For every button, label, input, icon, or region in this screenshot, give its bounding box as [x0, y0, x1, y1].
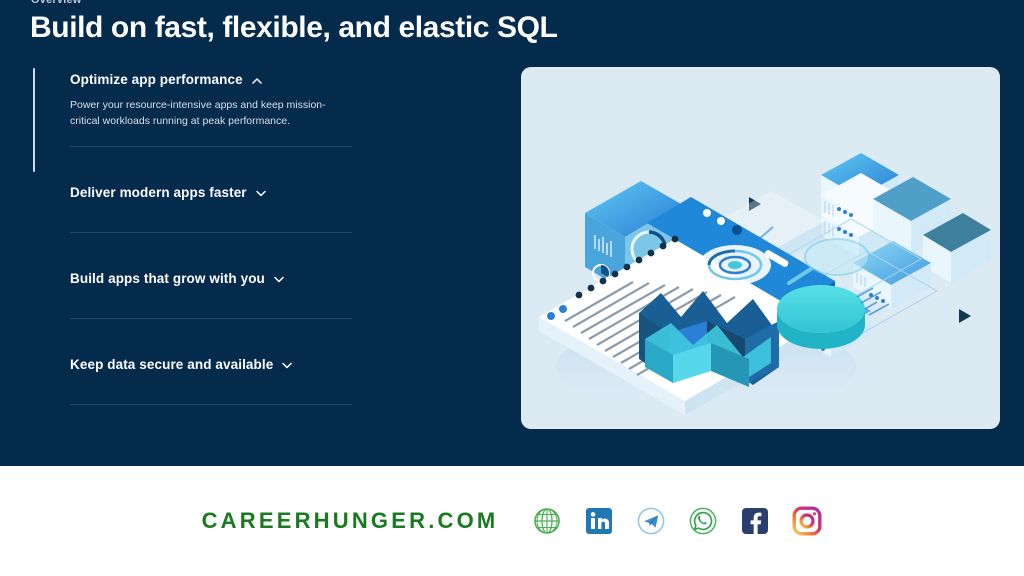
accordion-divider [70, 403, 352, 405]
accordion-item-optimize-app-performance: Optimize app performance Power your reso… [32, 62, 352, 172]
footer-bar: CAREERHUNGER.COM [0, 466, 1024, 576]
accordion-spacer [32, 147, 352, 175]
accordion-header-keep-data-secure-and-available[interactable]: Keep data secure and available [32, 347, 352, 382]
accordion-item-keep-data-secure-and-available: Keep data secure and available [32, 347, 352, 405]
globe-icon[interactable] [532, 506, 562, 536]
isometric-sql-dashboard-illustration [521, 67, 1000, 429]
accordion-divider [70, 145, 352, 147]
brand-wordmark: CAREERHUNGER.COM [201, 508, 499, 533]
chevron-up-icon[interactable] [251, 75, 263, 87]
page-title: Build on fast, flexible, and elastic SQL [30, 11, 558, 44]
accordion-title: Keep data secure and available [70, 356, 274, 372]
linkedin-icon[interactable] [584, 506, 614, 536]
accordion-item-build-apps-that-grow-with-you: Build apps that grow with you [32, 261, 352, 319]
accordion-divider [70, 231, 352, 233]
accordion-title: Deliver modern apps faster [70, 184, 247, 200]
chevron-down-icon[interactable] [255, 187, 267, 199]
hero-section: Overview Build on fast, flexible, and el… [0, 0, 1024, 466]
accordion-spacer [32, 319, 352, 347]
facebook-icon[interactable] [740, 506, 770, 536]
accordion-header-optimize-app-performance[interactable]: Optimize app performance [32, 62, 352, 97]
chevron-down-icon[interactable] [281, 359, 293, 371]
accordion-spacer [32, 233, 352, 261]
accordion-title: Optimize app performance [70, 72, 243, 87]
accordion-header-build-apps-that-grow-with-you[interactable]: Build apps that grow with you [32, 261, 352, 296]
footer-content: CAREERHUNGER.COM [0, 466, 1024, 576]
accordion-body-text: Power your resource-intensive apps and k… [70, 99, 326, 128]
chevron-down-icon[interactable] [273, 273, 285, 285]
telegram-icon[interactable] [636, 506, 666, 536]
whatsapp-icon[interactable] [688, 506, 718, 536]
page-root: Overview Build on fast, flexible, and el… [0, 0, 1024, 576]
eyebrow-label: Overview [31, 0, 82, 6]
feature-accordion: Optimize app performance Power your reso… [32, 62, 352, 405]
accordion-item-deliver-modern-apps-faster: Deliver modern apps faster [32, 175, 352, 233]
social-links [532, 506, 822, 536]
accordion-divider [70, 317, 352, 319]
instagram-icon[interactable] [792, 506, 822, 536]
accordion-title: Build apps that grow with you [70, 270, 265, 286]
accordion-header-deliver-modern-apps-faster[interactable]: Deliver modern apps faster [32, 175, 352, 210]
